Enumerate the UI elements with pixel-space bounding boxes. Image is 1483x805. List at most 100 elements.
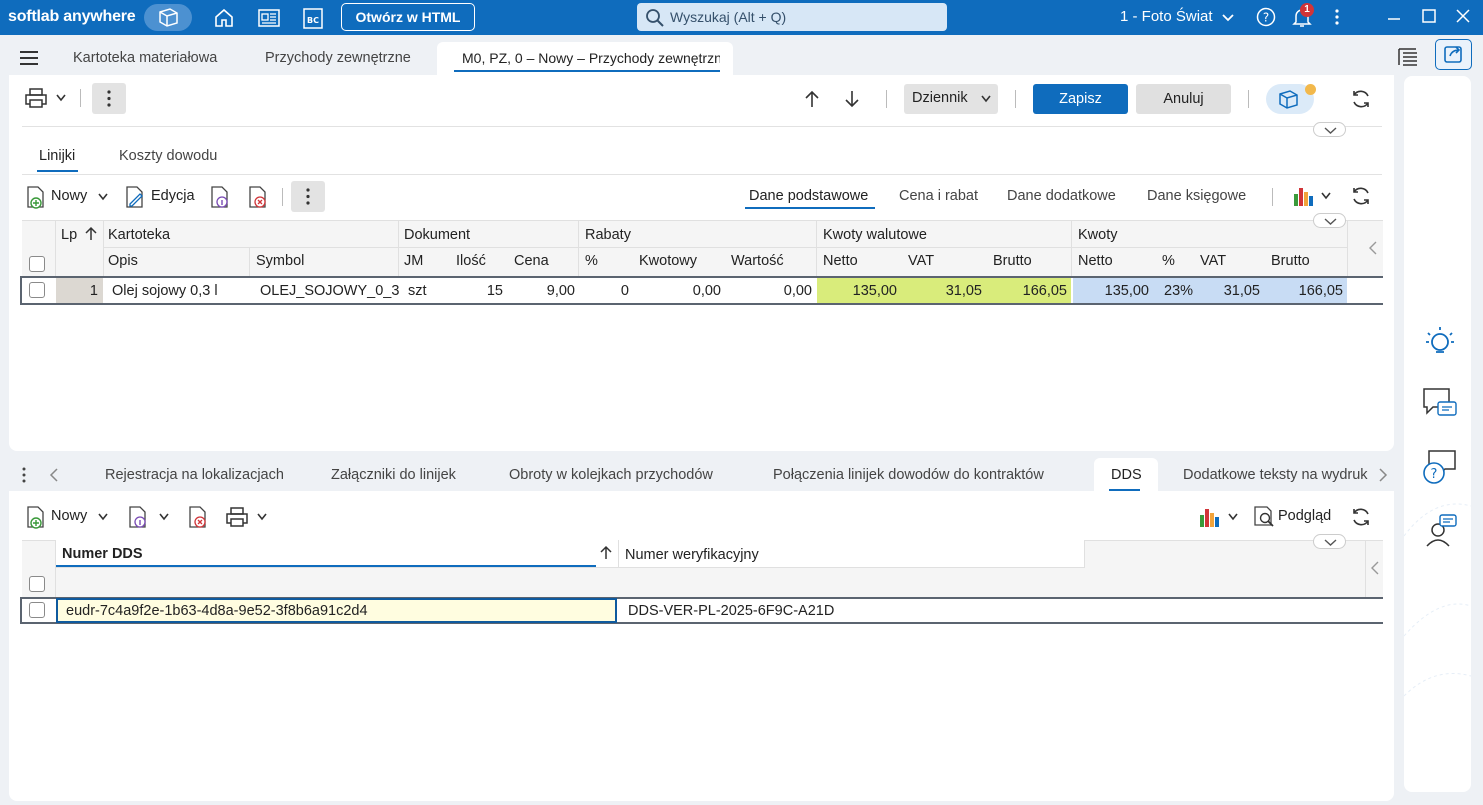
col-walutowe-vat[interactable]: VAT (908, 253, 934, 269)
header-lp[interactable]: Lp (61, 227, 77, 243)
tab-rejestracja[interactable]: Rejestracja na lokalizacjach (105, 467, 284, 483)
support-agent-icon[interactable] (1421, 512, 1459, 550)
delete-document-icon[interactable] (187, 505, 209, 529)
col-symbol[interactable]: Symbol (256, 253, 304, 269)
tab-current-document[interactable]: M0, PZ, 0 – Nowy – Przychody zewnętrzne (437, 42, 733, 75)
preview-button[interactable]: Podgląd (1252, 505, 1336, 529)
journal-dropdown[interactable]: Dziennik (904, 84, 998, 114)
close-icon[interactable] (1453, 7, 1473, 27)
help-icon[interactable]: ? (1256, 7, 1276, 27)
collapse-dds-button[interactable] (1313, 534, 1346, 549)
select-all-checkbox[interactable] (29, 256, 45, 272)
minimize-icon[interactable] (1384, 7, 1404, 27)
chart-icon[interactable] (1198, 505, 1222, 529)
tab-dodatkowe-teksty[interactable]: Dodatkowe teksty na wydruk (1183, 467, 1371, 483)
col-walutowe-netto[interactable]: Netto (823, 253, 858, 269)
open-in-html-button[interactable]: Otwórz w HTML (341, 3, 475, 31)
chart-icon[interactable] (1292, 184, 1316, 208)
col-kwoty-netto[interactable]: Netto (1078, 253, 1113, 269)
modules-button[interactable] (144, 4, 192, 31)
collapse-header-button[interactable] (1313, 122, 1346, 137)
col-kwotowy[interactable]: Kwotowy (639, 253, 697, 269)
tab-linijki[interactable]: Linijki (39, 148, 75, 164)
chevron-down-icon[interactable] (97, 512, 109, 522)
collapse-grid-button[interactable] (1313, 213, 1346, 228)
chevron-right-icon[interactable] (1377, 466, 1389, 484)
grid-scroll-left[interactable] (1347, 220, 1383, 276)
arrow-down-icon[interactable] (843, 89, 861, 109)
chevron-down-icon[interactable] (256, 512, 268, 522)
tab-obroty[interactable]: Obroty w kolejkach przychodów (509, 467, 723, 483)
chevron-down-icon[interactable] (1227, 512, 1239, 522)
company-selector[interactable]: 1 - Foto Świat (1120, 8, 1213, 25)
view-dane-dodatkowe[interactable]: Dane dodatkowe (1007, 188, 1116, 204)
active-subtab-indicator (37, 170, 78, 172)
refresh-icon[interactable] (1349, 505, 1373, 529)
dds-grid-scroll-left[interactable] (1365, 540, 1383, 597)
row-checkbox[interactable] (29, 282, 45, 298)
tab-zalaczniki[interactable]: Załączniki do linijek (331, 467, 456, 483)
dds-number-input[interactable]: eudr-7c4a9f2e-1b63-4d8a-9e52-3f8b6a91c2d… (56, 598, 617, 623)
document-list-icon[interactable] (257, 6, 281, 30)
hamburger-menu-icon[interactable] (19, 50, 39, 66)
delete-document-icon[interactable] (247, 185, 269, 209)
chevron-down-icon[interactable] (1221, 11, 1235, 25)
refresh-icon[interactable] (1349, 87, 1373, 111)
chevron-down-icon[interactable] (55, 93, 67, 103)
maximize-icon[interactable] (1419, 7, 1439, 27)
col-numer-weryfikacyjny[interactable]: Numer weryfikacyjny (625, 547, 759, 563)
view-dane-podstawowe[interactable]: Dane podstawowe (749, 188, 868, 204)
printer-icon[interactable] (225, 505, 249, 529)
sort-ascending-icon[interactable] (84, 226, 98, 242)
share-button[interactable] (1435, 39, 1472, 70)
tab-koszty-dowodu[interactable]: Koszty dowodu (119, 148, 217, 164)
print-button[interactable] (24, 86, 48, 110)
col-opis[interactable]: Opis (108, 253, 138, 269)
more-actions-button[interactable] (92, 83, 126, 114)
tab-przychody[interactable]: Przychody zewnętrzne (265, 50, 411, 66)
col-numer-dds[interactable]: Numer DDS (62, 546, 143, 562)
chat-icon[interactable] (1421, 386, 1459, 422)
notifications-button[interactable]: 1 (1290, 3, 1314, 29)
col-ilosc[interactable]: Ilość (456, 253, 486, 269)
tab-polaczenia[interactable]: Połączenia linijek dowodów do kontraktów (773, 467, 1067, 483)
tab-kartoteka[interactable]: Kartoteka materiałowa (73, 50, 217, 66)
dds-select-all-checkbox[interactable] (29, 576, 45, 592)
refresh-icon[interactable] (1349, 184, 1373, 208)
col-walutowe-brutto[interactable]: Brutto (993, 253, 1032, 269)
more-vertical-icon[interactable] (1329, 7, 1345, 27)
lightbulb-icon[interactable] (1423, 324, 1457, 358)
sort-ascending-icon[interactable] (599, 545, 613, 561)
chevron-down-icon[interactable] (158, 512, 170, 522)
chevron-down-icon[interactable] (97, 192, 109, 202)
search-box[interactable]: Wyszukaj (Alt + Q) (637, 3, 947, 31)
help-chat-icon[interactable]: ? (1421, 448, 1459, 486)
more-vertical-icon (107, 90, 111, 107)
col-kwoty-pct[interactable]: % (1162, 253, 1175, 269)
arrow-up-icon[interactable] (803, 89, 821, 109)
cancel-button[interactable]: Anuluj (1136, 84, 1231, 114)
chevron-left-icon[interactable] (48, 466, 60, 484)
col-cena[interactable]: Cena (514, 253, 549, 269)
tab-dds[interactable]: DDS (1094, 458, 1158, 491)
col-kwoty-brutto[interactable]: Brutto (1271, 253, 1310, 269)
col-kwoty-vat[interactable]: VAT (1200, 253, 1226, 269)
view-cena-i-rabat[interactable]: Cena i rabat (899, 188, 978, 204)
more-vertical-icon[interactable] (18, 466, 30, 484)
bc-icon[interactable]: BC (301, 6, 325, 30)
lines-more-button[interactable] (291, 181, 325, 212)
list-view-icon[interactable] (1396, 46, 1420, 68)
col-jm[interactable]: JM (404, 253, 423, 269)
status-cube-button[interactable] (1266, 84, 1316, 114)
dds-row-checkbox[interactable] (29, 602, 45, 618)
document-info-icon[interactable] (127, 505, 149, 529)
col-wartosc[interactable]: Wartość (731, 253, 784, 269)
save-button[interactable]: Zapisz (1033, 84, 1128, 114)
document-info-icon[interactable] (209, 185, 231, 209)
col-rabat-pct[interactable]: % (585, 253, 598, 269)
edit-line-button[interactable]: Edycja (124, 185, 196, 209)
chevron-down-icon[interactable] (1320, 191, 1332, 201)
notification-badge: 1 (1300, 3, 1314, 17)
view-dane-ksiegowe[interactable]: Dane księgowe (1147, 188, 1246, 204)
home-icon[interactable] (212, 6, 236, 30)
